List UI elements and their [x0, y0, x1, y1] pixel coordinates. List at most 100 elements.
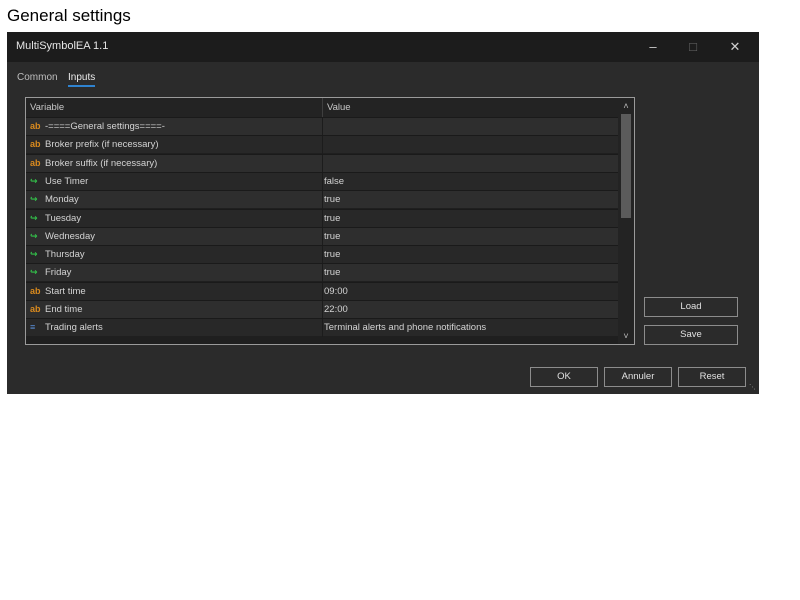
- variable-name: Start time: [45, 285, 86, 297]
- boolean-type-icon: ↪: [30, 267, 38, 278]
- string-type-icon: ab: [30, 285, 41, 296]
- boolean-type-icon: ↪: [30, 230, 38, 241]
- table-row[interactable]: ≡ Trading alerts Terminal alerts and phone…: [26, 318, 618, 338]
- table-row[interactable]: ab Broker prefix (if necessary): [26, 135, 618, 155]
- variable-name: Broker prefix (if necessary): [45, 139, 159, 151]
- inputs-grid: Variable Value ab -====General settings==…: [25, 97, 635, 345]
- load-button-label: Load: [680, 301, 702, 312]
- close-button[interactable]: ✕: [715, 32, 755, 62]
- cancel-button-label: Annuler: [621, 371, 655, 382]
- variable-cell: ab End time: [30, 304, 83, 315]
- string-type-icon: ab: [30, 121, 41, 131]
- value-cell[interactable]: true: [324, 213, 340, 224]
- save-button[interactable]: Save: [644, 325, 738, 345]
- column-divider: [322, 282, 323, 301]
- variable-cell: ab Start time: [30, 286, 86, 297]
- tab-common[interactable]: Common: [17, 72, 58, 83]
- ok-button[interactable]: OK: [530, 367, 598, 387]
- column-divider: [322, 319, 323, 338]
- value-cell[interactable]: true: [324, 231, 340, 242]
- variable-name: Use Timer: [45, 175, 89, 187]
- value-cell[interactable]: 22:00: [324, 304, 348, 315]
- minimize-button[interactable]: –: [633, 32, 673, 62]
- table-row[interactable]: ab Start time 09:00: [26, 281, 618, 301]
- load-button[interactable]: Load: [644, 297, 738, 317]
- variable-cell: ↪ Friday: [30, 267, 71, 278]
- tab-inputs-label: Inputs: [68, 72, 96, 83]
- column-divider: [322, 264, 323, 283]
- variable-name: Trading alerts: [45, 322, 103, 334]
- variable-cell: ↪ Monday: [30, 194, 79, 205]
- value-cell[interactable]: false: [324, 176, 344, 187]
- variable-cell: ab Broker prefix (if necessary): [30, 139, 159, 150]
- column-divider: [322, 301, 323, 319]
- variable-cell: ab -====General settings====-: [30, 121, 165, 132]
- variable-name: Broker suffix (if necessary): [45, 157, 158, 169]
- column-divider: [322, 154, 323, 173]
- table-row[interactable]: ab -====General settings====-: [26, 117, 618, 136]
- variable-name: -====General settings====-: [45, 121, 165, 132]
- column-divider: [322, 246, 323, 265]
- table-row[interactable]: ↪ Monday true: [26, 190, 618, 210]
- column-header-variable[interactable]: Variable: [30, 102, 64, 113]
- tab-inputs[interactable]: Inputs: [68, 72, 96, 87]
- table-row[interactable]: ab Broker suffix (if necessary): [26, 153, 618, 173]
- dialog-window: MultiSymbolEA 1.1 – □ ✕ Common Inputs Va…: [7, 32, 759, 394]
- column-header-value[interactable]: Value: [327, 102, 351, 113]
- variable-cell: ↪ Tuesday: [30, 213, 81, 224]
- column-divider[interactable]: [322, 98, 323, 117]
- table-row[interactable]: ab End time 22:00: [26, 300, 618, 319]
- scroll-up-icon[interactable]: ˄: [618, 98, 634, 114]
- vertical-scrollbar[interactable]: ˄ ˅: [618, 98, 634, 344]
- string-type-icon: ab: [30, 304, 41, 314]
- variable-name: Tuesday: [45, 212, 82, 224]
- enum-type-icon: ≡: [30, 322, 36, 333]
- variable-name: Wednesday: [45, 230, 95, 242]
- boolean-type-icon: ↪: [30, 175, 38, 186]
- table-row[interactable]: ↪ Friday true: [26, 263, 618, 283]
- value-cell[interactable]: true: [324, 267, 340, 278]
- column-divider: [322, 118, 323, 136]
- page-caption: General settings: [7, 6, 131, 25]
- reset-button-label: Reset: [699, 371, 725, 382]
- string-type-icon: ab: [30, 139, 41, 150]
- variable-name: End time: [45, 304, 83, 315]
- variable-cell: ↪ Wednesday: [30, 231, 95, 242]
- variable-cell: ≡ Trading alerts: [30, 322, 103, 333]
- column-divider: [322, 209, 323, 228]
- variable-cell: ↪ Use Timer: [30, 176, 88, 187]
- variable-name: Monday: [45, 194, 79, 206]
- column-divider: [322, 136, 323, 155]
- table-row[interactable]: ↪ Tuesday true: [26, 208, 618, 228]
- column-divider: [322, 172, 323, 191]
- value-cell[interactable]: 09:00: [324, 286, 348, 297]
- value-cell[interactable]: Terminal alerts and phone notifications: [324, 322, 486, 333]
- maximize-button[interactable]: □: [673, 32, 713, 62]
- variable-cell: ab Broker suffix (if necessary): [30, 158, 157, 169]
- variable-name: Thursday: [45, 249, 85, 261]
- boolean-type-icon: ↪: [30, 212, 38, 223]
- active-tab-indicator: [68, 85, 96, 87]
- scroll-down-icon[interactable]: ˅: [618, 328, 634, 344]
- table-row[interactable]: ↪ Thursday true: [26, 245, 618, 265]
- ok-button-label: OK: [557, 371, 571, 382]
- boolean-type-icon: ↪: [30, 194, 38, 205]
- column-divider: [322, 191, 323, 210]
- column-divider: [322, 227, 323, 246]
- value-cell[interactable]: true: [324, 194, 340, 205]
- value-cell[interactable]: true: [324, 249, 340, 260]
- resize-grip-icon[interactable]: ⋱: [749, 384, 757, 392]
- boolean-type-icon: ↪: [30, 249, 38, 260]
- table-row[interactable]: ↪ Use Timer false: [26, 171, 618, 191]
- tab-bar: Common Inputs: [7, 62, 759, 90]
- title-bar[interactable]: MultiSymbolEA 1.1 – □ ✕: [7, 32, 759, 62]
- string-type-icon: ab: [30, 157, 41, 168]
- variable-cell: ↪ Thursday: [30, 249, 85, 260]
- grid-header: Variable Value: [26, 98, 618, 117]
- reset-button[interactable]: Reset: [678, 367, 746, 387]
- cancel-button[interactable]: Annuler: [604, 367, 672, 387]
- save-button-label: Save: [680, 329, 702, 340]
- table-row[interactable]: ↪ Wednesday true: [26, 226, 618, 246]
- scroll-thumb[interactable]: [621, 114, 631, 218]
- variable-name: Friday: [45, 267, 72, 279]
